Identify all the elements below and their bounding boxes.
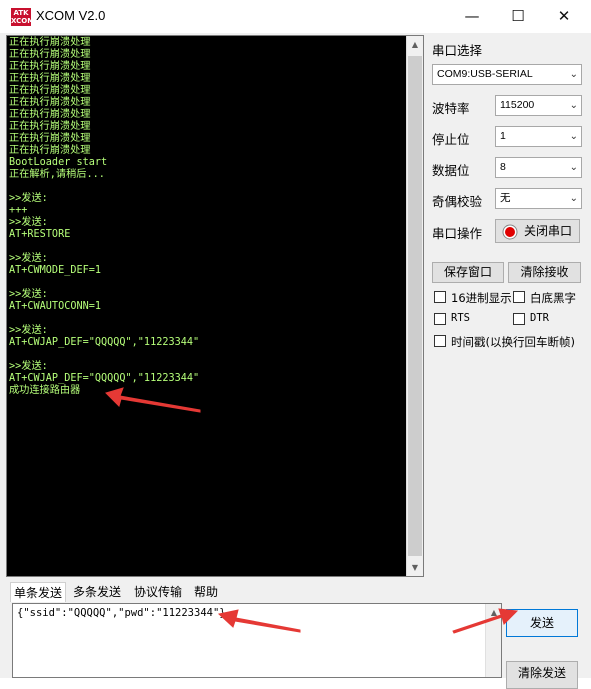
annotation-arrow [217, 609, 301, 633]
annotation-arrow [452, 608, 519, 634]
annotation-arrows [105, 387, 519, 634]
annotation-arrow [105, 387, 201, 413]
